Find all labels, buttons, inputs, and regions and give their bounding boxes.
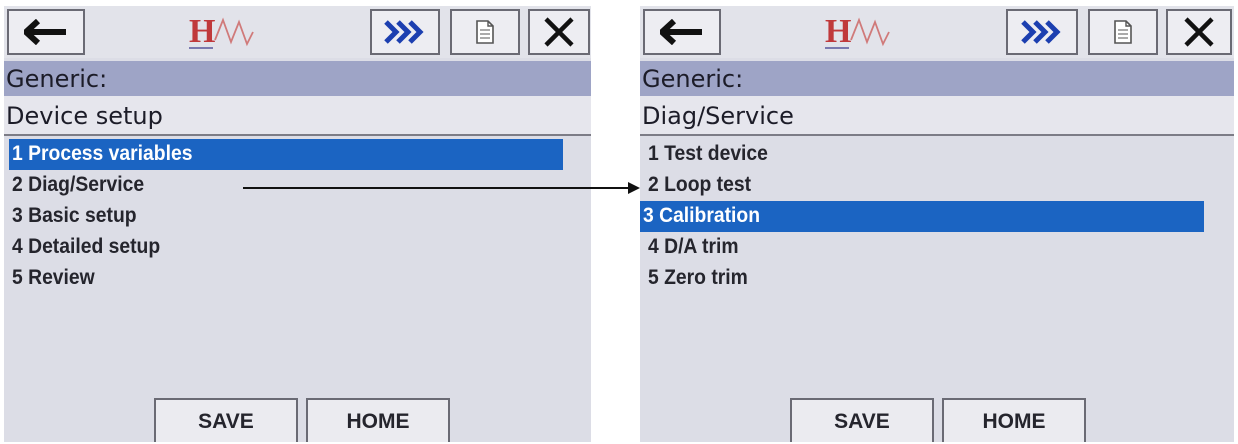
navigation-arrow bbox=[243, 182, 640, 194]
